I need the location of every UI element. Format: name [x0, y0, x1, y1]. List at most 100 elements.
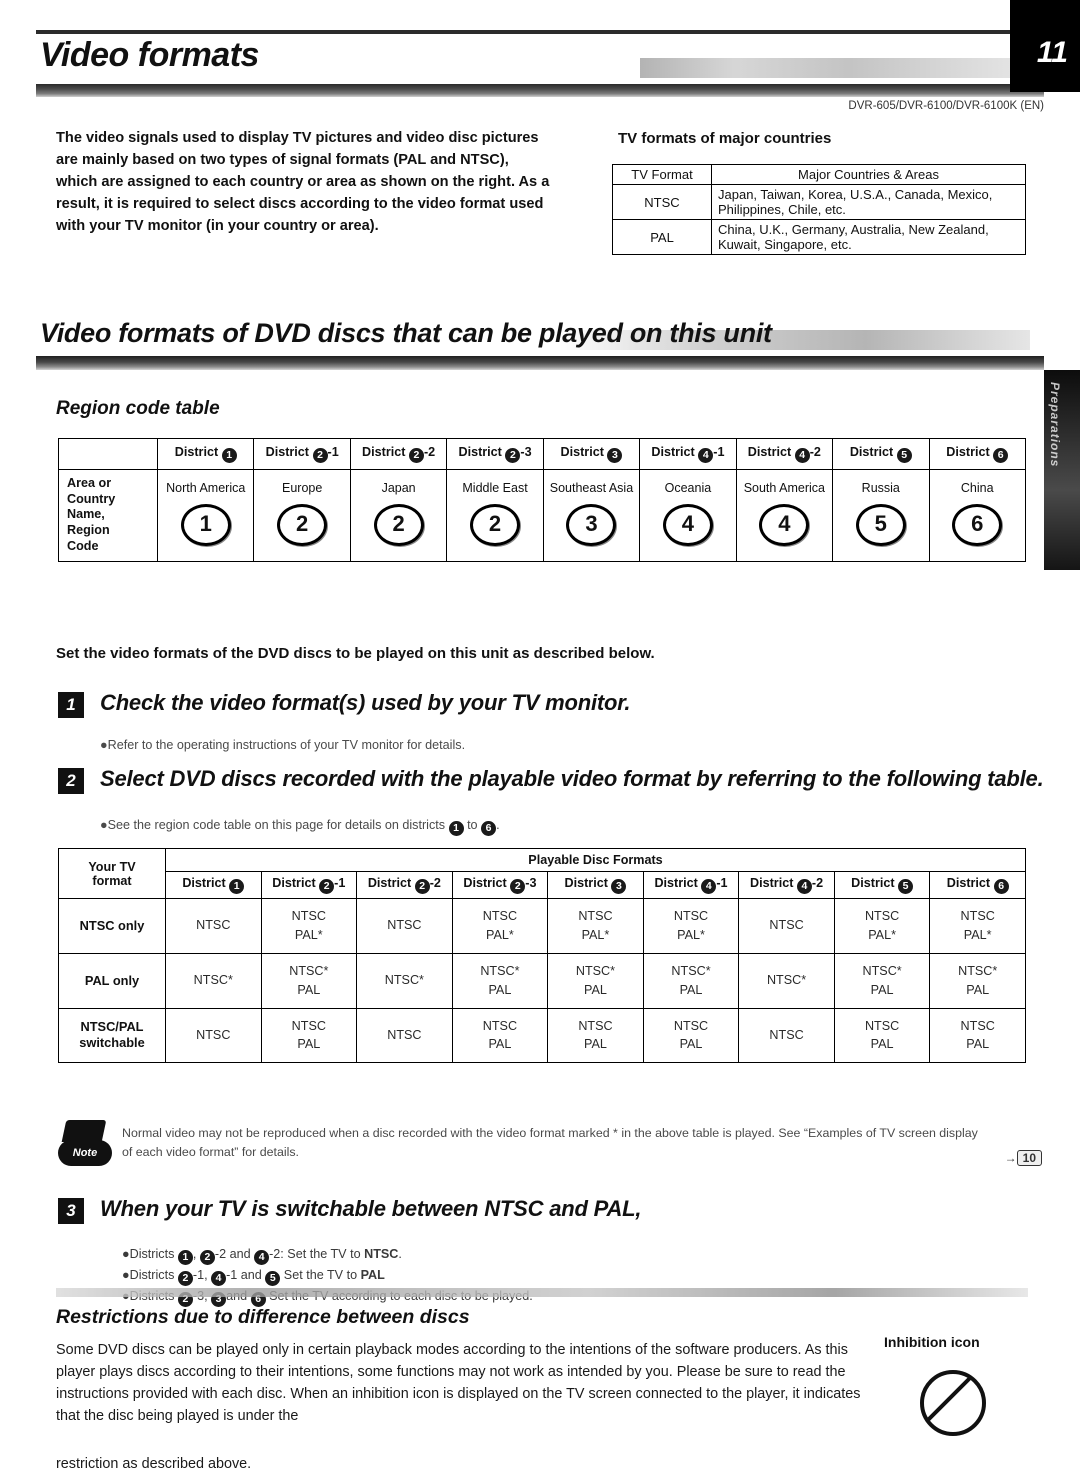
page-number: 11 — [1036, 36, 1068, 69]
district-badge: 4 — [794, 448, 810, 463]
region-area-cell: Europe 2 — [253, 469, 351, 562]
district-sub: -1 — [334, 876, 346, 890]
region-code-table: District 1 District 2 -1 District 2 -2 Distri… — [58, 438, 1026, 562]
playable-format-cell: NTSC PAL — [260, 1007, 358, 1064]
header-rule — [36, 84, 1044, 97]
playable-district-header: District 4 -1 — [642, 871, 740, 899]
areas-line-1: China, U.K., Germany, Australia, New Zea… — [718, 222, 989, 237]
tv-format-ntsc-areas: Japan, Taiwan, Korea, U.S.A., Canada, Me… — [711, 184, 1026, 220]
step-3-title: When your TV is switchable between NTSC … — [100, 1196, 642, 1221]
tv-formats-title: TV formats of major countries — [618, 130, 832, 147]
step-1-number: 1 — [58, 692, 84, 718]
playable-format-cell: NTSC — [356, 898, 453, 954]
district-badge-from: 1 — [448, 821, 464, 836]
table-row: PAL only NTSC* NTSC* PAL NTSC* NTSC* PAL NTSC* P… — [58, 952, 1026, 1009]
playable-disc-formats-table: Your TV format Playable Disc Formats Distri… — [58, 848, 1026, 1064]
table-row: Area or Country Name, Region Code North Ameri… — [58, 469, 1026, 562]
playable-format-cell: NTSC* PAL — [833, 952, 931, 1009]
region-area-cell: Southeast Asia 3 — [542, 469, 641, 562]
region-code-badge: 2 — [277, 504, 328, 547]
playable-district-header: District 6 — [929, 871, 1026, 899]
playable-format-cell: NTSC — [165, 898, 262, 954]
areas-line-2: Kuwait, Singapore, etc. — [718, 237, 852, 252]
playable-format-cell: NTSC PAL* — [642, 898, 740, 954]
tv-format-ntsc: NTSC — [612, 184, 712, 220]
note-icon: Note — [58, 1120, 112, 1172]
region-code-badge: 6 — [952, 504, 1003, 547]
page-title: Video formats — [40, 36, 259, 74]
step-1-title: Check the video format(s) used by your T… — [100, 690, 631, 715]
playable-format-cell: NTSC PAL* — [929, 898, 1026, 954]
playable-format-cell: NTSC PAL* — [451, 898, 549, 954]
table-row: NTSC Japan, Taiwan, Korea, U.S.A., Canad… — [612, 184, 1026, 220]
region-area-name: Russia — [861, 481, 900, 496]
note-text: Normal video may not be reproduced when … — [122, 1126, 978, 1160]
district-badge: 2 — [505, 448, 521, 463]
district-badge: 1 — [177, 1250, 193, 1265]
district-sub: -1 — [713, 445, 725, 459]
playable-format-cell: NTSC — [356, 1007, 453, 1064]
format-emphasis: PAL — [360, 1268, 385, 1282]
district-badge: 1 — [229, 879, 245, 894]
region-district-header: District 1 — [156, 438, 255, 470]
playable-format-cell: NTSC* PAL — [929, 952, 1026, 1009]
restrictions-body: Some DVD discs can be played only in cer… — [56, 1342, 861, 1424]
page-reference[interactable]: → 10 — [1005, 1150, 1042, 1166]
playable-format-cell: NTSC — [738, 1007, 835, 1064]
district-badge: 5 — [265, 1271, 281, 1286]
district-badge: 2 — [408, 448, 424, 463]
region-area-cell: Japan 2 — [349, 469, 448, 562]
areas-line-1: Japan, Taiwan, Korea, U.S.A., Canada, Me… — [718, 187, 993, 202]
district-sub: -2 — [429, 876, 441, 890]
district-badge: 4 — [698, 448, 714, 463]
district-badge: 5 — [896, 448, 912, 463]
district-badge: 4 — [796, 879, 812, 894]
region-code-badge: 4 — [759, 504, 810, 547]
table-header-row: District 1 District 2 -1 District 2 -2 Distri… — [59, 871, 1026, 899]
header-smear — [640, 58, 1020, 78]
playable-row-label: NTSC only — [58, 898, 166, 954]
district-sub: -2 — [423, 445, 436, 459]
table-row: NTSC only NTSC NTSC PAL* NTSC NTSC PAL* NTSC PAL… — [58, 898, 1026, 954]
region-code-badge: 3 — [566, 504, 617, 547]
table-header-row: TV Format Major Countries & Areas — [612, 164, 1026, 185]
playable-district-header: District 2 -2 — [356, 871, 453, 899]
playable-district-header: District 2 -1 — [260, 871, 358, 899]
playable-format-cell: NTSC* PAL — [547, 952, 644, 1009]
region-code-badge: 2 — [373, 504, 424, 547]
playable-district-header: District 5 — [833, 871, 931, 899]
areas-col-header: Major Countries & Areas — [711, 164, 1026, 185]
region-area-name: China — [960, 481, 994, 496]
region-row-label: Area or Country Name, Region Code — [58, 469, 158, 562]
page-ref-number: 10 — [1016, 1150, 1042, 1166]
district-badge: 5 — [898, 879, 914, 894]
intro-paragraph: The video signals used to display TV pic… — [56, 130, 550, 234]
table-row: PAL China, U.K., Germany, Australia, New… — [612, 219, 1026, 255]
restrictions-heading: Restrictions due to difference between d… — [56, 1306, 470, 1328]
region-code-heading: Region code table — [56, 398, 220, 419]
step-2-number: 2 — [58, 768, 84, 794]
playable-format-cell: NTSC PAL — [929, 1007, 1026, 1064]
district-badge: 4 — [211, 1271, 227, 1286]
playable-format-cell: NTSC* PAL — [642, 952, 740, 1009]
playable-corner-label: Your TV format — [58, 848, 166, 899]
step-2-bullet-mid: to — [467, 818, 478, 832]
region-area-cell: Oceania 4 — [639, 469, 737, 562]
playable-row-label: PAL only — [58, 952, 166, 1009]
playable-format-cell: NTSC* PAL — [451, 952, 549, 1009]
playable-district-header: District 2 -3 — [451, 871, 549, 899]
side-tab: Preparations — [1044, 370, 1080, 570]
playable-format-cell: NTSC* — [356, 952, 453, 1009]
district-badge-to: 6 — [481, 821, 497, 836]
region-district-header: District 3 — [542, 438, 641, 470]
restrictions-body-clipped: restriction as described above. — [56, 1456, 252, 1468]
district-badge: 3 — [607, 448, 623, 463]
side-tab-label: Preparations — [1048, 382, 1062, 468]
format-emphasis: NTSC — [364, 1247, 399, 1261]
playable-format-cell: NTSC* — [738, 952, 835, 1009]
playable-row-label: NTSC/PAL switchable — [58, 1007, 166, 1064]
region-corner-cell — [58, 438, 158, 470]
table-row: NTSC/PAL switchable NTSC NTSC PAL NTSC NTSC PAL… — [58, 1007, 1026, 1064]
step-2-bullet-suffix: . — [496, 818, 500, 832]
note-label: Note — [58, 1140, 112, 1166]
